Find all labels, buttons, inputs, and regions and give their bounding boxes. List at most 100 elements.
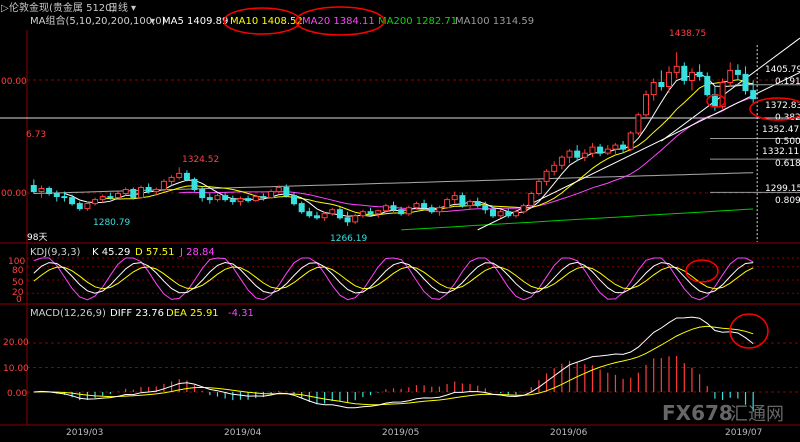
candle-body	[612, 144, 619, 150]
jun-high-price: 1438.75	[669, 29, 706, 39]
candle-body	[734, 69, 741, 75]
candle-body	[291, 195, 297, 205]
x-axis-label: 2019/05	[382, 428, 419, 438]
candle-body	[46, 188, 53, 194]
mar-low-price: 1280.79	[93, 218, 130, 228]
ma-title[interactable]: MA组合(5,10,20,200,100,0)	[30, 14, 166, 27]
candle-body	[107, 196, 114, 199]
x-axis: 2019/03 2019/04 2019/05 2019/06 2019/07	[66, 428, 762, 438]
price-axis: 00.00 00.00	[1, 77, 27, 199]
macd-diff-value: DIFF 23.76	[110, 308, 164, 319]
fib-ratio: 0.809	[775, 196, 800, 206]
candle-body	[38, 188, 45, 192]
candle-body	[558, 156, 565, 166]
candle-body	[30, 185, 37, 193]
candle-body	[375, 210, 382, 215]
fib-ratio: 0.500	[775, 137, 800, 147]
candle-body	[528, 193, 535, 207]
candle-body	[421, 203, 428, 209]
candle-body	[145, 187, 152, 192]
x-axis-label: 2019/04	[224, 428, 262, 438]
candle-body	[497, 211, 504, 217]
candle-body	[268, 191, 275, 199]
candle-body	[604, 148, 611, 154]
candle-body	[405, 207, 412, 215]
candle-body	[535, 180, 542, 194]
candle-body	[467, 201, 473, 207]
x-axis-label: 2019/06	[550, 428, 588, 438]
candle-body	[229, 199, 236, 203]
candle-body	[704, 75, 711, 96]
fib-price: 1332.11	[762, 147, 799, 157]
candle-body	[260, 196, 267, 199]
left-edge-price: 6.73	[26, 130, 46, 140]
candle-body	[237, 198, 244, 203]
days-count: 98天	[27, 233, 47, 243]
candle-body	[344, 217, 351, 223]
candle-body	[520, 205, 527, 213]
symbol-title[interactable]: 伦敦金现(贵金属 5120)	[9, 1, 116, 14]
candle-body	[428, 207, 435, 213]
candle-body	[99, 196, 106, 201]
macd-title[interactable]: MACD(12,26,9)	[30, 308, 106, 319]
candle-body	[183, 172, 190, 180]
fib-ratio: 0.618	[775, 159, 800, 169]
candle-body	[673, 65, 680, 73]
ma200-line	[401, 208, 754, 231]
x-axis-label: 2019/03	[66, 428, 103, 438]
candle-body	[597, 146, 604, 154]
candle-body	[153, 189, 160, 192]
candle-body	[689, 71, 695, 82]
candle-body	[398, 209, 405, 215]
macd-axis-label: 20.00	[3, 338, 29, 348]
ma200-label: MA200 1282.71	[378, 16, 457, 27]
macd-panel	[27, 316, 800, 412]
ma-dropdown-icon[interactable]: ▾	[150, 16, 155, 27]
fib-price: 1299.15	[765, 184, 800, 194]
kdj-axis-label: 0	[16, 295, 22, 305]
candle-body	[206, 197, 213, 201]
candle-body	[451, 195, 458, 201]
candle-body	[566, 150, 573, 158]
candle-body	[160, 180, 167, 190]
candle-body	[283, 187, 290, 197]
candle-body	[199, 189, 206, 199]
candle-body	[92, 199, 99, 205]
macd-axis-label: 10.00	[3, 364, 29, 374]
candle-body	[122, 189, 129, 194]
ma5-line	[64, 73, 754, 217]
kdj-title[interactable]: KDJ(9,3,3)	[30, 247, 81, 258]
candle-body	[742, 73, 749, 92]
period-dropdown-icon[interactable]: ▾	[131, 3, 136, 14]
may-low-price: 1266.19	[330, 234, 367, 244]
candle-body	[581, 152, 588, 158]
candle-body	[367, 211, 374, 215]
candle-body	[352, 215, 359, 223]
candle-body	[130, 189, 137, 199]
macd-hist-value: -4.31	[228, 308, 254, 319]
macd-axis-label: 0.00	[7, 389, 27, 399]
candle-body	[482, 205, 489, 211]
candle-body	[658, 82, 665, 87]
period-label[interactable]: 日线	[108, 1, 128, 14]
candle-body	[727, 69, 734, 84]
kdj-d-value: D 57.51	[135, 247, 175, 258]
candle-body	[627, 132, 634, 150]
watermark-text: FX678	[662, 401, 733, 425]
chart-svg: ▷ 伦敦金现(贵金属 5120) 日线 ▾ MA组合(5,10,20,200,1…	[0, 1, 800, 438]
candle-body	[69, 197, 76, 205]
candle-body	[329, 209, 336, 215]
price-annotations: 6.73 1324.52 1280.79 1266.19 1438.75 98天	[26, 29, 706, 244]
candle-body	[245, 198, 252, 202]
kdj-legend: KDJ(9,3,3) K 45.29 D 57.51 J 28.84 100 8…	[8, 247, 719, 305]
title-bar: ▷ 伦敦金现(贵金属 5120) 日线 ▾	[1, 1, 136, 14]
chart: ▷ 伦敦金现(贵金属 5120) 日线 ▾ MA组合(5,10,20,200,1…	[0, 0, 800, 438]
candle-body	[505, 211, 512, 217]
candle-body	[574, 150, 581, 158]
candle-body	[413, 203, 420, 209]
candle-body	[275, 187, 282, 192]
candle-body	[750, 90, 757, 100]
candle-body	[336, 209, 343, 219]
kdj-k-value: K 45.29	[92, 247, 130, 258]
candle-body	[681, 65, 688, 81]
